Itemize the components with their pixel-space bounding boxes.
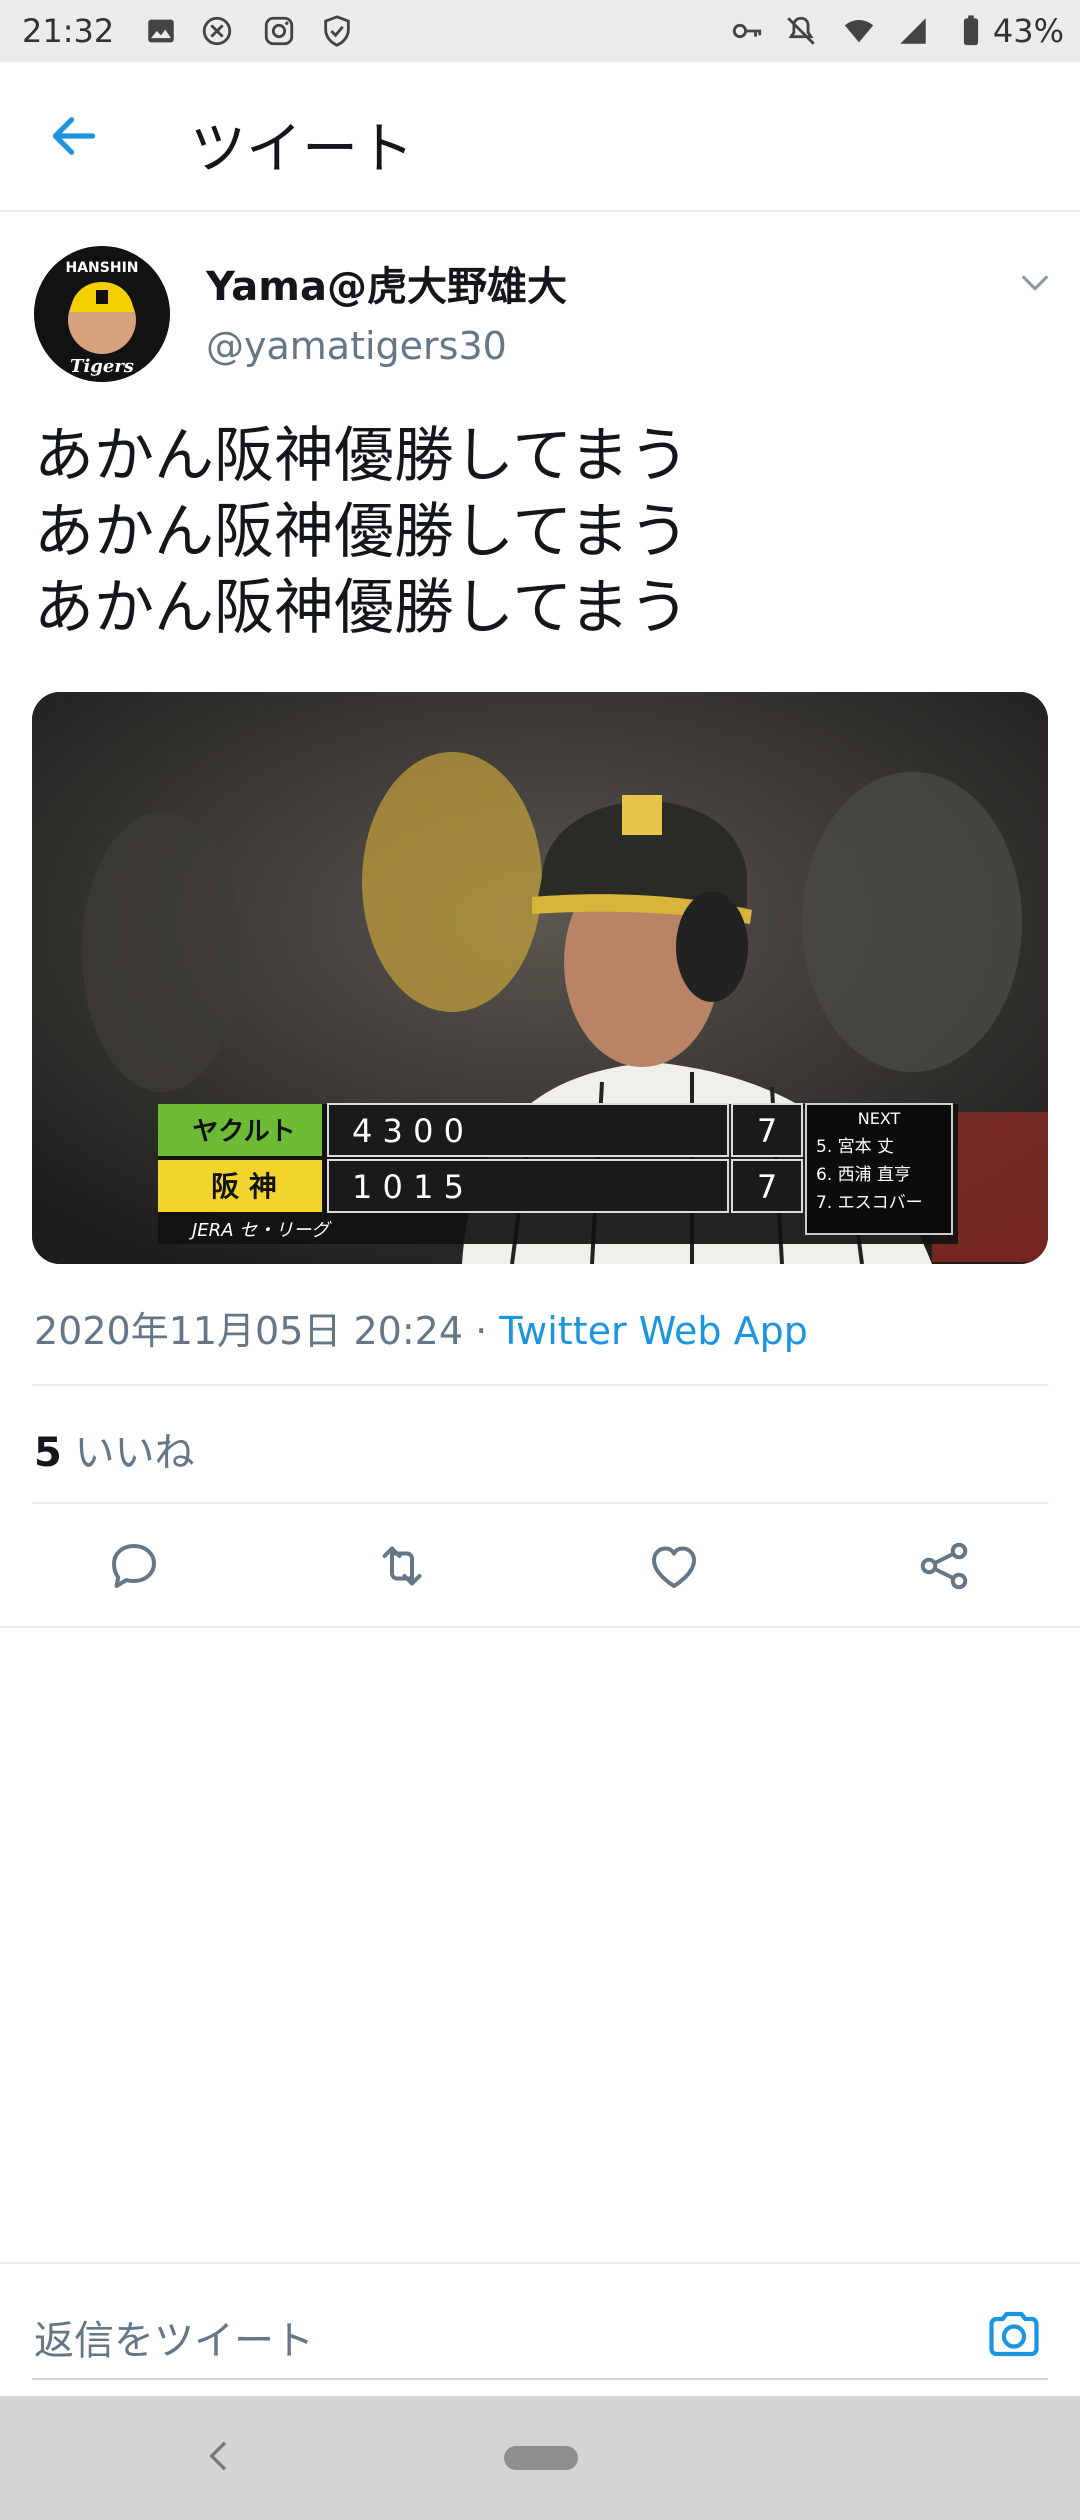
- page-title: ツイート: [190, 117, 414, 182]
- tweet-line: あかん阪神優勝してまう: [34, 497, 690, 567]
- likes-number: 5: [34, 1430, 62, 1476]
- avatar[interactable]: HANSHIN Tigers: [34, 246, 170, 382]
- team2-total: 7: [757, 1168, 777, 1206]
- like-icon[interactable]: [644, 1536, 704, 1596]
- instagram-icon: [264, 16, 294, 46]
- mute-icon: [787, 16, 815, 45]
- avatar-image: HANSHIN Tigers: [34, 246, 170, 382]
- likes-count[interactable]: 5 いいね: [34, 1420, 195, 1478]
- source-link[interactable]: Twitter Web App: [499, 1309, 808, 1353]
- camera-icon[interactable]: [984, 2304, 1044, 2364]
- divider: [32, 1384, 1048, 1386]
- battery-icon: [963, 15, 979, 46]
- back-arrow-icon[interactable]: [46, 108, 102, 164]
- battery-level: 43%: [992, 12, 1064, 50]
- wifi-icon: [844, 20, 874, 43]
- scoreboard: ヤクルト 阪 神 4 3 0 0 1 0 1 5 7 7 NEXT 5. 宮本 …: [158, 1103, 958, 1244]
- retweet-icon[interactable]: [372, 1536, 432, 1596]
- status-time: 21:32: [22, 12, 115, 50]
- chevron-down-icon[interactable]: [1018, 266, 1052, 300]
- next-batter: 5. 宮本 丈: [816, 1137, 894, 1157]
- image-notification-icon: [148, 19, 174, 43]
- next-label: NEXT: [858, 1109, 901, 1128]
- reply-underline: [32, 2378, 1048, 2380]
- next-batter: 7. エスコバー: [816, 1193, 923, 1213]
- app-bar: ツイート: [0, 62, 1080, 212]
- avatar-bottom-text: Tigers: [70, 356, 134, 377]
- vpn-key-icon: [732, 23, 762, 39]
- team2-name: 阪 神: [211, 1170, 277, 1203]
- tweet-text: あかん阪神優勝してまう あかん阪神優勝してまう あかん阪神優勝してまう: [34, 418, 1044, 646]
- tweet-line: あかん阪神優勝してまう: [34, 573, 690, 643]
- tweet-line: あかん阪神優勝してまう: [34, 421, 690, 491]
- timestamp-text: 2020年11月05日 20:24 ·: [34, 1309, 500, 1353]
- tweet-media[interactable]: ヤクルト 阪 神 4 3 0 0 1 0 1 5 7 7 NEXT 5. 宮本 …: [32, 692, 1048, 1264]
- team1-runs: 4 3 0 0: [352, 1112, 464, 1150]
- shield-icon: [324, 15, 350, 47]
- team2-runs: 1 0 1 5: [352, 1168, 464, 1206]
- signal-icon: [900, 18, 926, 44]
- system-back-icon[interactable]: [200, 2436, 240, 2476]
- divider: [32, 1502, 1048, 1504]
- reply-input[interactable]: 返信をツイート: [34, 2308, 314, 2366]
- team1-name: ヤクルト: [192, 1117, 295, 1147]
- tweet-timestamp: 2020年11月05日 20:24 · Twitter Web App: [34, 1300, 808, 1355]
- author-name[interactable]: Yama@虎大野雄大: [206, 254, 567, 312]
- likes-label: いいね: [61, 1430, 195, 1476]
- reply-composer[interactable]: 返信をツイート: [0, 2262, 1080, 2394]
- reply-icon[interactable]: [104, 1536, 164, 1596]
- author-handle[interactable]: @yamatigers30: [206, 324, 507, 368]
- divider: [0, 1626, 1080, 1628]
- avatar-top-text: HANSHIN: [66, 260, 139, 276]
- status-bar: 21:32 43%: [0, 0, 1080, 62]
- next-batter: 6. 西浦 直亨: [816, 1165, 911, 1185]
- system-navigation-bar: [0, 2396, 1080, 2520]
- media-image: ヤクルト 阪 神 4 3 0 0 1 0 1 5 7 7 NEXT 5. 宮本 …: [32, 692, 1048, 1264]
- home-button[interactable]: [504, 2446, 578, 2470]
- app-notification-icon: [202, 16, 232, 46]
- share-icon[interactable]: [914, 1536, 974, 1596]
- team1-total: 7: [757, 1112, 777, 1150]
- sponsor-text: JERA セ・リーグ: [189, 1220, 332, 1241]
